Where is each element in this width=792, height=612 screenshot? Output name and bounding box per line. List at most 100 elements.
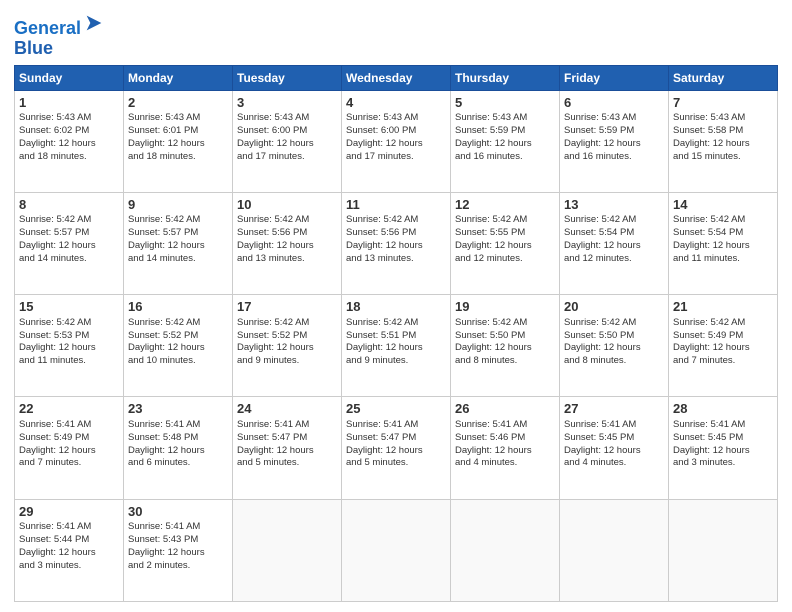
day-info: Sunrise: 5:42 AM Sunset: 5:51 PM Dayligh… <box>346 317 446 368</box>
table-row: 15Sunrise: 5:42 AM Sunset: 5:53 PM Dayli… <box>15 295 124 397</box>
table-row: 1Sunrise: 5:43 AM Sunset: 6:02 PM Daylig… <box>15 90 124 192</box>
table-row: 27Sunrise: 5:41 AM Sunset: 5:45 PM Dayli… <box>560 397 669 499</box>
calendar-week-5: 29Sunrise: 5:41 AM Sunset: 5:44 PM Dayli… <box>15 499 778 601</box>
day-number: 26 <box>455 400 555 418</box>
logo-general: General <box>14 18 81 38</box>
weekday-header-thursday: Thursday <box>451 65 560 90</box>
logo: General Blue <box>14 14 105 59</box>
day-info: Sunrise: 5:42 AM Sunset: 5:56 PM Dayligh… <box>237 214 337 265</box>
calendar-week-2: 8 Sunrise: 5:42 AM Sunset: 5:57 PM Daylig… <box>15 192 778 294</box>
table-row: 4Sunrise: 5:43 AM Sunset: 6:00 PM Daylig… <box>342 90 451 192</box>
table-row <box>451 499 560 601</box>
day-info: Sunrise: 5:42 AM Sunset: 5:50 PM Dayligh… <box>455 317 555 368</box>
calendar-week-4: 22Sunrise: 5:41 AM Sunset: 5:49 PM Dayli… <box>15 397 778 499</box>
calendar-page: General Blue SundayMondayTuesdayWednesda… <box>0 0 792 612</box>
calendar-week-3: 15Sunrise: 5:42 AM Sunset: 5:53 PM Dayli… <box>15 295 778 397</box>
day-info: Sunrise: 5:41 AM Sunset: 5:47 PM Dayligh… <box>346 419 446 470</box>
table-row: 21Sunrise: 5:42 AM Sunset: 5:49 PM Dayli… <box>669 295 778 397</box>
day-info: Sunrise: 5:42 AM Sunset: 5:57 PM Dayligh… <box>128 214 228 265</box>
day-number: 18 <box>346 298 446 316</box>
table-row: 2Sunrise: 5:43 AM Sunset: 6:01 PM Daylig… <box>124 90 233 192</box>
day-info: Sunrise: 5:41 AM Sunset: 5:48 PM Dayligh… <box>128 419 228 470</box>
day-info: Sunrise: 5:41 AM Sunset: 5:49 PM Dayligh… <box>19 419 119 470</box>
day-info: Sunrise: 5:41 AM Sunset: 5:45 PM Dayligh… <box>673 419 773 470</box>
weekday-header-wednesday: Wednesday <box>342 65 451 90</box>
day-number: 6 <box>564 94 664 112</box>
day-number: 9 <box>128 196 228 214</box>
table-row <box>342 499 451 601</box>
day-number: 12 <box>455 196 555 214</box>
table-row: 23Sunrise: 5:41 AM Sunset: 5:48 PM Dayli… <box>124 397 233 499</box>
day-number: 8 <box>19 196 119 214</box>
day-info: Sunrise: 5:43 AM Sunset: 5:59 PM Dayligh… <box>455 112 555 163</box>
day-number: 3 <box>237 94 337 112</box>
table-row: 28Sunrise: 5:41 AM Sunset: 5:45 PM Dayli… <box>669 397 778 499</box>
day-info: Sunrise: 5:41 AM Sunset: 5:45 PM Dayligh… <box>564 419 664 470</box>
day-number: 1 <box>19 94 119 112</box>
day-info: Sunrise: 5:42 AM Sunset: 5:49 PM Dayligh… <box>673 317 773 368</box>
calendar-table: SundayMondayTuesdayWednesdayThursdayFrid… <box>14 65 778 602</box>
table-row: 18Sunrise: 5:42 AM Sunset: 5:51 PM Dayli… <box>342 295 451 397</box>
day-number: 10 <box>237 196 337 214</box>
table-row: 26Sunrise: 5:41 AM Sunset: 5:46 PM Dayli… <box>451 397 560 499</box>
table-row: 10Sunrise: 5:42 AM Sunset: 5:56 PM Dayli… <box>233 192 342 294</box>
day-number: 4 <box>346 94 446 112</box>
table-row: 8Sunrise: 5:42 AM Sunset: 5:57 PM Daylig… <box>15 192 124 294</box>
day-info: Sunrise: 5:41 AM Sunset: 5:44 PM Dayligh… <box>19 521 119 572</box>
day-number: 16 <box>128 298 228 316</box>
table-row: 24Sunrise: 5:41 AM Sunset: 5:47 PM Dayli… <box>233 397 342 499</box>
table-row <box>669 499 778 601</box>
table-row: 22Sunrise: 5:41 AM Sunset: 5:49 PM Dayli… <box>15 397 124 499</box>
header: General Blue <box>14 10 778 59</box>
table-row: 6Sunrise: 5:43 AM Sunset: 5:59 PM Daylig… <box>560 90 669 192</box>
day-info: Sunrise: 5:42 AM Sunset: 5:54 PM Dayligh… <box>564 214 664 265</box>
day-info: Sunrise: 5:42 AM Sunset: 5:55 PM Dayligh… <box>455 214 555 265</box>
day-info: Sunrise: 5:43 AM Sunset: 6:00 PM Dayligh… <box>237 112 337 163</box>
day-info: Sunrise: 5:42 AM Sunset: 5:52 PM Dayligh… <box>128 317 228 368</box>
table-row: 19Sunrise: 5:42 AM Sunset: 5:50 PM Dayli… <box>451 295 560 397</box>
day-info: Sunrise: 5:43 AM Sunset: 6:01 PM Dayligh… <box>128 112 228 163</box>
table-row <box>233 499 342 601</box>
day-info: Sunrise: 5:42 AM Sunset: 5:54 PM Dayligh… <box>673 214 773 265</box>
day-number: 27 <box>564 400 664 418</box>
table-row: 25Sunrise: 5:41 AM Sunset: 5:47 PM Dayli… <box>342 397 451 499</box>
day-info: Sunrise: 5:43 AM Sunset: 5:58 PM Dayligh… <box>673 112 773 163</box>
weekday-header-saturday: Saturday <box>669 65 778 90</box>
table-row: 16Sunrise: 5:42 AM Sunset: 5:52 PM Dayli… <box>124 295 233 397</box>
day-number: 23 <box>128 400 228 418</box>
table-row <box>560 499 669 601</box>
table-row: 14Sunrise: 5:42 AM Sunset: 5:54 PM Dayli… <box>669 192 778 294</box>
day-info: Sunrise: 5:41 AM Sunset: 5:43 PM Dayligh… <box>128 521 228 572</box>
day-info: Sunrise: 5:41 AM Sunset: 5:46 PM Dayligh… <box>455 419 555 470</box>
day-number: 21 <box>673 298 773 316</box>
day-number: 7 <box>673 94 773 112</box>
day-info: Sunrise: 5:42 AM Sunset: 5:53 PM Dayligh… <box>19 317 119 368</box>
calendar-week-1: 1Sunrise: 5:43 AM Sunset: 6:02 PM Daylig… <box>15 90 778 192</box>
logo-blue: Blue <box>14 39 105 59</box>
table-row: 12Sunrise: 5:42 AM Sunset: 5:55 PM Dayli… <box>451 192 560 294</box>
weekday-header-monday: Monday <box>124 65 233 90</box>
day-number: 14 <box>673 196 773 214</box>
table-row: 11Sunrise: 5:42 AM Sunset: 5:56 PM Dayli… <box>342 192 451 294</box>
table-row: 9Sunrise: 5:42 AM Sunset: 5:57 PM Daylig… <box>124 192 233 294</box>
logo-arrow-icon <box>83 12 105 34</box>
day-number: 2 <box>128 94 228 112</box>
table-row: 30Sunrise: 5:41 AM Sunset: 5:43 PM Dayli… <box>124 499 233 601</box>
table-row: 7Sunrise: 5:43 AM Sunset: 5:58 PM Daylig… <box>669 90 778 192</box>
weekday-header-tuesday: Tuesday <box>233 65 342 90</box>
logo-text: General <box>14 14 105 39</box>
day-number: 22 <box>19 400 119 418</box>
day-number: 5 <box>455 94 555 112</box>
day-number: 24 <box>237 400 337 418</box>
weekday-header-sunday: Sunday <box>15 65 124 90</box>
day-number: 29 <box>19 503 119 521</box>
day-number: 20 <box>564 298 664 316</box>
day-number: 17 <box>237 298 337 316</box>
day-info: Sunrise: 5:43 AM Sunset: 6:00 PM Dayligh… <box>346 112 446 163</box>
table-row: 3Sunrise: 5:43 AM Sunset: 6:00 PM Daylig… <box>233 90 342 192</box>
day-number: 15 <box>19 298 119 316</box>
day-info: Sunrise: 5:43 AM Sunset: 5:59 PM Dayligh… <box>564 112 664 163</box>
day-info: Sunrise: 5:42 AM Sunset: 5:56 PM Dayligh… <box>346 214 446 265</box>
day-info: Sunrise: 5:41 AM Sunset: 5:47 PM Dayligh… <box>237 419 337 470</box>
table-row: 17Sunrise: 5:42 AM Sunset: 5:52 PM Dayli… <box>233 295 342 397</box>
